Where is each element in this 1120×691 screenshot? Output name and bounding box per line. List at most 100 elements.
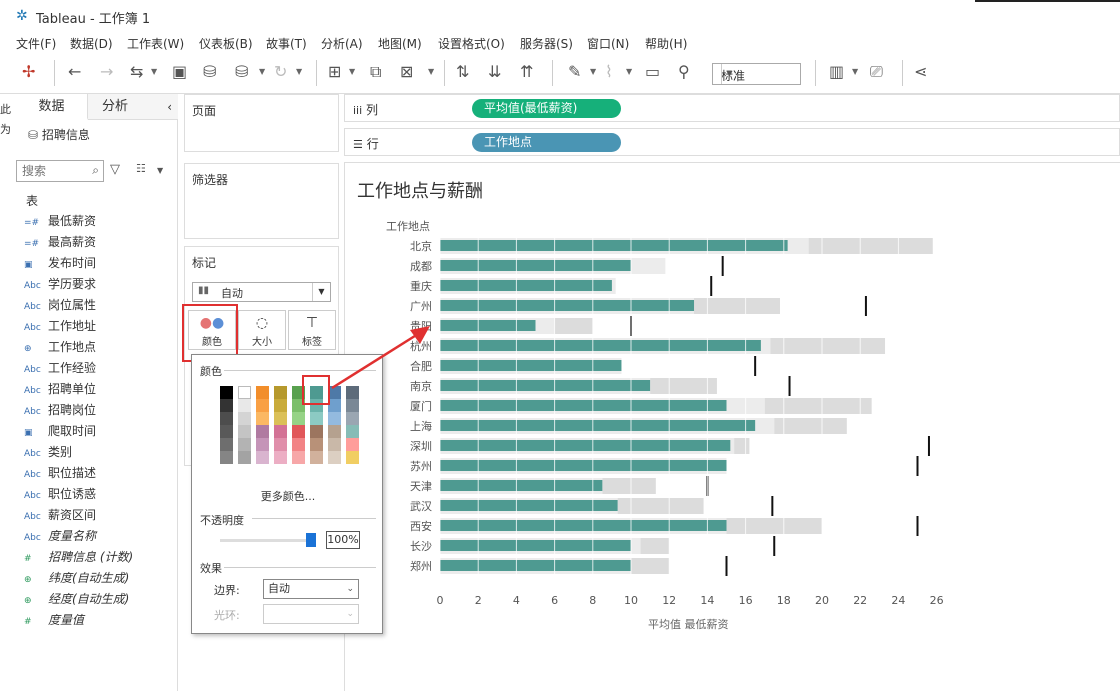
band-outer[interactable]	[808, 238, 933, 254]
menu-analysis[interactable]: 分析(A)	[321, 35, 363, 52]
field-item[interactable]: Abc 职位描述	[24, 464, 96, 485]
show-me-icon[interactable]: ▥	[829, 62, 844, 82]
redo-icon[interactable]: →	[100, 62, 113, 82]
color-swatch[interactable]	[274, 399, 287, 412]
mark-type-select[interactable]: ▮▮ 自动 ▼	[192, 282, 331, 302]
highlight-pen-icon[interactable]: ✎	[568, 62, 581, 82]
color-swatch[interactable]	[238, 386, 251, 399]
field-item[interactable]: Abc 招聘单位	[24, 380, 96, 401]
band-outer[interactable]	[774, 418, 847, 434]
swap-rows-columns-icon[interactable]: ⇅	[456, 62, 469, 82]
menu-dashboard[interactable]: 仪表板(B)	[199, 35, 253, 52]
field-item[interactable]: Abc 薪资区间	[24, 506, 96, 527]
color-swatch[interactable]	[328, 451, 341, 464]
bar[interactable]	[440, 500, 618, 511]
color-swatch[interactable]	[292, 438, 305, 451]
swap-icon[interactable]: ⇆	[130, 62, 143, 82]
halo-select[interactable]: ⌄	[263, 604, 359, 624]
pages-card[interactable]: 页面	[184, 94, 339, 152]
chevron-down-icon[interactable]: ▼	[349, 67, 355, 76]
presentation-icon[interactable]: ⎚	[870, 62, 883, 82]
chevron-down-icon[interactable]: ▼	[259, 67, 265, 76]
field-item[interactable]: ⊕ 经度(自动生成)	[24, 590, 129, 611]
undo-icon[interactable]: ←	[68, 62, 81, 82]
filter-icon[interactable]: ▽	[110, 162, 120, 177]
color-swatch[interactable]	[274, 425, 287, 438]
border-select[interactable]: 自动 ⌄	[263, 579, 359, 599]
color-swatch[interactable]	[220, 425, 233, 438]
datasource-item[interactable]: ⛁ 招聘信息	[28, 126, 90, 143]
rows-pill[interactable]: 工作地点	[472, 133, 621, 152]
color-swatch[interactable]	[346, 412, 359, 425]
new-datasource-icon[interactable]: ⛁	[203, 62, 216, 82]
color-swatch[interactable]	[238, 399, 251, 412]
color-swatch[interactable]	[328, 438, 341, 451]
field-item[interactable]: # 招聘信息 (计数)	[24, 548, 133, 569]
field-item[interactable]: =# 最低薪资	[24, 212, 96, 233]
pause-updates-icon[interactable]: ⛁	[235, 62, 248, 82]
chevron-down-icon[interactable]: ▼	[296, 67, 302, 76]
color-swatch[interactable]	[256, 425, 269, 438]
color-swatch[interactable]	[220, 386, 233, 399]
color-swatch[interactable]	[238, 412, 251, 425]
field-item[interactable]: =# 最高薪资	[24, 233, 96, 254]
color-swatch[interactable]	[274, 451, 287, 464]
field-item[interactable]: ⊕ 纬度(自动生成)	[24, 569, 129, 590]
color-swatch[interactable]	[328, 425, 341, 438]
field-item[interactable]: Abc 学历要求	[24, 275, 96, 296]
bar[interactable]	[440, 400, 727, 411]
color-swatch[interactable]	[220, 399, 233, 412]
save-icon[interactable]: ▣	[172, 62, 187, 82]
color-swatch[interactable]	[346, 451, 359, 464]
menu-map[interactable]: 地图(M)	[378, 35, 422, 52]
pin-icon[interactable]: ⚲	[678, 62, 690, 82]
bar[interactable]	[440, 440, 731, 451]
color-swatch[interactable]	[346, 425, 359, 438]
share-icon[interactable]: ⋖	[914, 62, 927, 82]
menu-data[interactable]: 数据(D)	[70, 35, 113, 52]
search-field[interactable]: ⌕	[16, 160, 104, 182]
field-item[interactable]: ▣ 发布时间	[24, 254, 96, 275]
color-swatch[interactable]	[274, 412, 287, 425]
band-outer[interactable]	[602, 478, 656, 494]
color-swatch[interactable]	[220, 412, 233, 425]
band-outer[interactable]	[734, 438, 750, 454]
tab-data[interactable]: 数据	[16, 94, 88, 120]
field-item[interactable]: Abc 岗位属性	[24, 296, 96, 317]
bar[interactable]	[440, 360, 622, 371]
bar[interactable]	[440, 540, 631, 551]
color-swatch[interactable]	[292, 412, 305, 425]
label-button[interactable]: ⊤ 标签	[288, 310, 336, 350]
opacity-slider-handle[interactable]	[306, 533, 316, 547]
opacity-input[interactable]: 100%	[326, 531, 360, 549]
color-swatch[interactable]	[346, 438, 359, 451]
bar[interactable]	[440, 380, 651, 391]
rows-shelf[interactable]: ☰ 行 工作地点	[344, 128, 1120, 156]
label-text-icon[interactable]: ▭	[645, 62, 660, 82]
menu-server[interactable]: 服务器(S)	[520, 35, 573, 52]
band-outer[interactable]	[554, 318, 593, 334]
menu-format[interactable]: 设置格式(O)	[438, 35, 505, 52]
color-swatch[interactable]	[292, 425, 305, 438]
color-swatch[interactable]	[238, 425, 251, 438]
columns-shelf[interactable]: iii 列 平均值(最低薪资)	[344, 94, 1120, 122]
field-item[interactable]: Abc 招聘岗位	[24, 401, 96, 422]
color-swatch[interactable]	[256, 412, 269, 425]
more-colors-link[interactable]: 更多颜色...	[192, 488, 384, 504]
band-outer[interactable]	[631, 558, 670, 574]
clear-sheet-icon[interactable]: ⊠	[400, 62, 413, 82]
bar[interactable]	[440, 260, 631, 271]
chevron-down-icon[interactable]: ▼	[151, 67, 157, 76]
size-button[interactable]: ◌ 大小	[238, 310, 286, 350]
menu-window[interactable]: 窗口(N)	[587, 35, 629, 52]
bar[interactable]	[440, 520, 727, 531]
field-item[interactable]: # 度量值	[24, 611, 84, 632]
duplicate-sheet-icon[interactable]: ⧉	[370, 62, 381, 82]
bar[interactable]	[440, 320, 536, 331]
view-area[interactable]: 工作地点与薪酬 工作地点 北京 成都 重庆 广州 贵阳 杭州 合肥 南京 厦门 上海 深圳 苏州 天津 武汉…	[344, 162, 1120, 691]
field-item[interactable]: Abc 类别	[24, 443, 72, 464]
color-swatch[interactable]	[310, 412, 323, 425]
color-swatch[interactable]	[292, 451, 305, 464]
menu-file[interactable]: 文件(F)	[16, 35, 56, 52]
band-outer[interactable]	[764, 398, 872, 414]
